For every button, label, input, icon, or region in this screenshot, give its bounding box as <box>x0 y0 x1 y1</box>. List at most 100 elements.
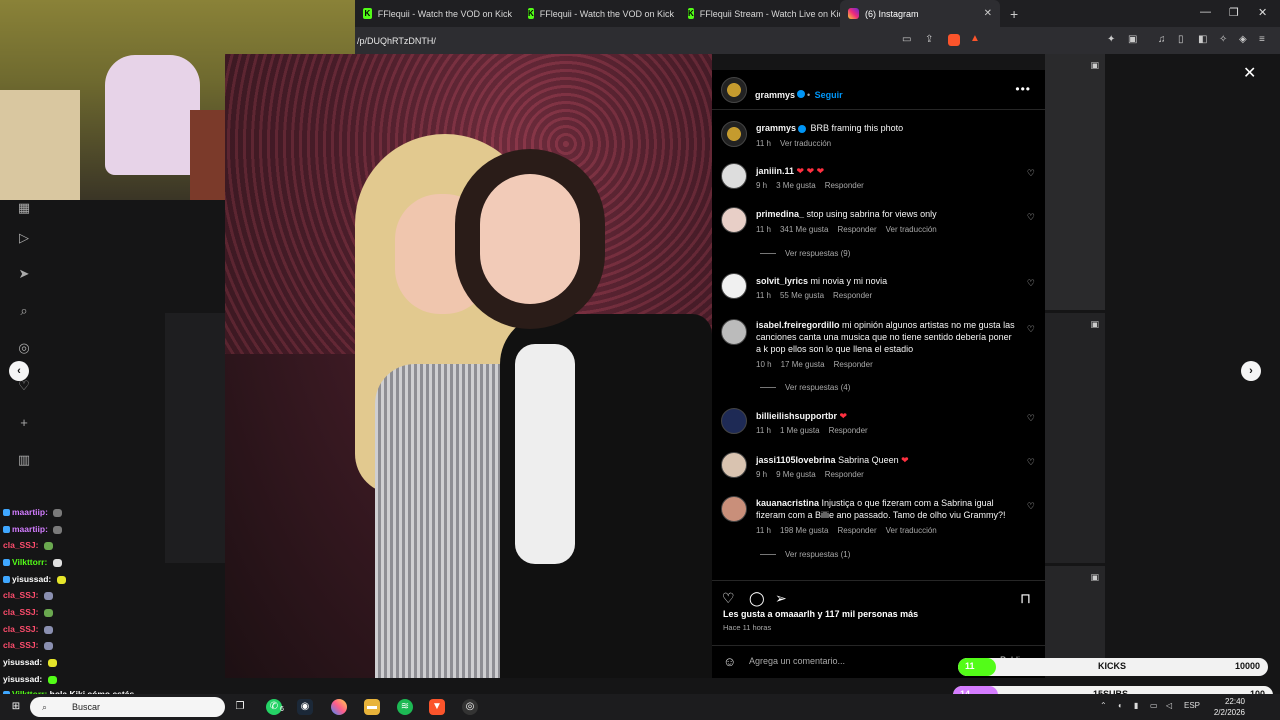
commenter-avatar[interactable] <box>721 452 747 478</box>
comment-likes[interactable]: 17 Me gusta <box>781 360 825 369</box>
gallery-tile[interactable]: ▣ <box>1045 566 1105 666</box>
tab-kick-vod-1[interactable]: K FFlequii - Watch the VOD on Kick <box>355 0 520 27</box>
url-text[interactable]: /p/DUQhRTzDNTH/ <box>357 36 436 46</box>
tray-mic-icon[interactable]: ▮ <box>1134 701 1138 710</box>
music-icon[interactable]: ♫ <box>1158 34 1166 45</box>
view-replies-link[interactable]: Ver respuestas (4) <box>760 383 850 392</box>
like-comment-icon[interactable]: ♡ <box>1027 501 1035 512</box>
reply-link[interactable]: Responder <box>829 426 868 435</box>
comment-username[interactable]: kauanacristina <box>756 498 819 508</box>
menu-icon[interactable]: ≡ <box>1259 34 1265 45</box>
like-comment-icon[interactable]: ♡ <box>1027 278 1035 289</box>
minimize-icon[interactable]: — <box>1200 6 1211 18</box>
comment-likes[interactable]: 1 Me gusta <box>780 426 820 435</box>
tab-kick-live[interactable]: K FFlequii Stream - Watch Live on Kick <box>680 0 840 27</box>
task-view-icon[interactable]: ❐ <box>232 699 248 715</box>
comment-username[interactable]: primedina_ <box>756 209 804 219</box>
tab-instagram[interactable]: (6) Instagram ✕ <box>840 0 1000 27</box>
brave-rewards-icon[interactable]: ▲ <box>970 33 980 44</box>
commenter-avatar[interactable] <box>721 273 747 299</box>
like-comment-icon[interactable]: ♡ <box>1027 413 1035 424</box>
commenter-avatar[interactable] <box>721 319 747 345</box>
create-icon[interactable]: + <box>15 415 33 433</box>
tray-arrow-icon[interactable]: ⌃ <box>1100 701 1107 710</box>
vpn-icon[interactable]: ◈ <box>1239 34 1247 45</box>
follow-button[interactable]: Seguir <box>815 90 843 100</box>
reply-link[interactable]: Responder <box>837 225 876 234</box>
taskbar-search[interactable]: ⌕ Buscar <box>30 697 225 717</box>
steam-icon[interactable]: ◉ <box>297 699 313 715</box>
extensions-icon[interactable]: ✦ <box>1107 34 1115 45</box>
comment-likes[interactable]: 341 Me gusta <box>780 225 828 234</box>
search-icon[interactable]: ⌕ <box>15 303 33 321</box>
post-photo[interactable] <box>225 54 712 678</box>
tray-network-icon[interactable]: ▭ <box>1150 701 1158 710</box>
address-bar[interactable]: /p/DUQhRTzDNTH/ <box>355 27 1280 54</box>
tray-volume-icon[interactable]: ◁ <box>1166 701 1172 710</box>
brave-browser-icon[interactable]: ▼ <box>429 699 445 715</box>
like-post-icon[interactable]: ♡ <box>722 590 735 607</box>
commenter-avatar[interactable] <box>721 207 747 233</box>
comment-username[interactable]: jassi1105lovebrina <box>756 455 836 465</box>
like-comment-icon[interactable]: ♡ <box>1027 324 1035 335</box>
comment-likes[interactable]: 198 Me gusta <box>780 526 828 535</box>
comment-likes[interactable]: 9 Me gusta <box>776 470 816 479</box>
gallery-tile[interactable]: ▣ <box>1045 313 1105 563</box>
comment-username[interactable]: isabel.freiregordillo <box>756 320 840 330</box>
author-avatar[interactable] <box>721 77 747 103</box>
dashboard-icon[interactable]: ▥ <box>15 452 33 470</box>
spotify-icon[interactable]: ≋ <box>397 699 413 715</box>
new-tab-icon[interactable]: + <box>1010 6 1018 22</box>
comment-username[interactable]: solvit_lyrics <box>756 276 808 286</box>
reply-link[interactable]: Responder <box>825 470 864 479</box>
view-replies-link[interactable]: Ver respuestas (9) <box>760 249 850 258</box>
comment-username[interactable]: billieilishsupportbr <box>756 411 837 421</box>
commenter-avatar[interactable] <box>721 163 747 189</box>
tray-app-icon[interactable]: ◐ <box>1118 701 1123 710</box>
reels-icon[interactable]: ▦ <box>15 200 33 218</box>
leo-icon[interactable]: ◧ <box>1198 34 1207 45</box>
obs-icon[interactable]: ◎ <box>462 699 478 715</box>
close-tab-icon[interactable]: ✕ <box>984 8 992 19</box>
reply-link[interactable]: Responder <box>837 526 876 535</box>
video-icon[interactable]: ▷ <box>15 230 33 248</box>
share-post-icon[interactable]: ➢ <box>775 590 787 607</box>
close-post-icon[interactable]: ✕ <box>1243 63 1256 83</box>
next-post-arrow-icon[interactable]: › <box>1241 361 1261 381</box>
comment-icon[interactable]: ◯ <box>749 590 765 607</box>
more-options-icon[interactable]: ••• <box>1015 82 1031 96</box>
taskbar-clock[interactable]: 22:40 2/2/2026 <box>1205 696 1245 718</box>
emoji-icon[interactable]: ☺ <box>723 654 736 669</box>
author-username[interactable]: grammys <box>755 90 795 100</box>
previous-post-arrow-icon[interactable]: ‹ <box>9 361 29 381</box>
restore-icon[interactable]: ❐ <box>1229 6 1239 19</box>
caption-translate-link[interactable]: Ver traducción <box>780 139 831 148</box>
copilot-icon[interactable] <box>331 699 347 715</box>
like-comment-icon[interactable]: ♡ <box>1027 457 1035 468</box>
ai-icon[interactable]: ✧ <box>1219 34 1227 45</box>
author-avatar[interactable] <box>721 121 747 147</box>
view-replies-link[interactable]: Ver respuestas (1) <box>760 550 850 559</box>
translate-link[interactable]: Ver traducción <box>886 225 937 234</box>
comment-likes[interactable]: 55 Me gusta <box>780 291 824 300</box>
sidebar-icon[interactable]: ▯ <box>1178 34 1184 45</box>
gallery-tile[interactable]: ▣ <box>1045 54 1105 310</box>
reply-link[interactable]: Responder <box>834 360 873 369</box>
screen-icon[interactable]: ▭ <box>902 34 911 45</box>
close-window-icon[interactable]: ✕ <box>1258 6 1267 19</box>
translate-link[interactable]: Ver traducción <box>886 526 937 535</box>
share-icon[interactable]: ⇪ <box>925 34 933 45</box>
comment-likes[interactable]: 3 Me gusta <box>776 181 816 190</box>
reply-link[interactable]: Responder <box>833 291 872 300</box>
add-comment-input[interactable]: Agrega un comentario... <box>749 656 845 666</box>
comment-username[interactable]: janiiin.11 <box>756 166 794 176</box>
send-icon[interactable]: ➤ <box>15 266 33 284</box>
likes-count[interactable]: Les gusta a omaaarlh y 117 mil personas … <box>723 609 918 619</box>
explore-icon[interactable]: ◎ <box>15 340 33 358</box>
caption-username[interactable]: grammys <box>756 123 796 133</box>
like-comment-icon[interactable]: ♡ <box>1027 212 1035 223</box>
tray-language[interactable]: ESP <box>1184 701 1200 710</box>
file-explorer-icon[interactable]: ▬ <box>364 699 380 715</box>
wallet-icon[interactable]: ▣ <box>1128 34 1137 45</box>
save-bookmark-icon[interactable]: ⊓ <box>1020 590 1031 607</box>
